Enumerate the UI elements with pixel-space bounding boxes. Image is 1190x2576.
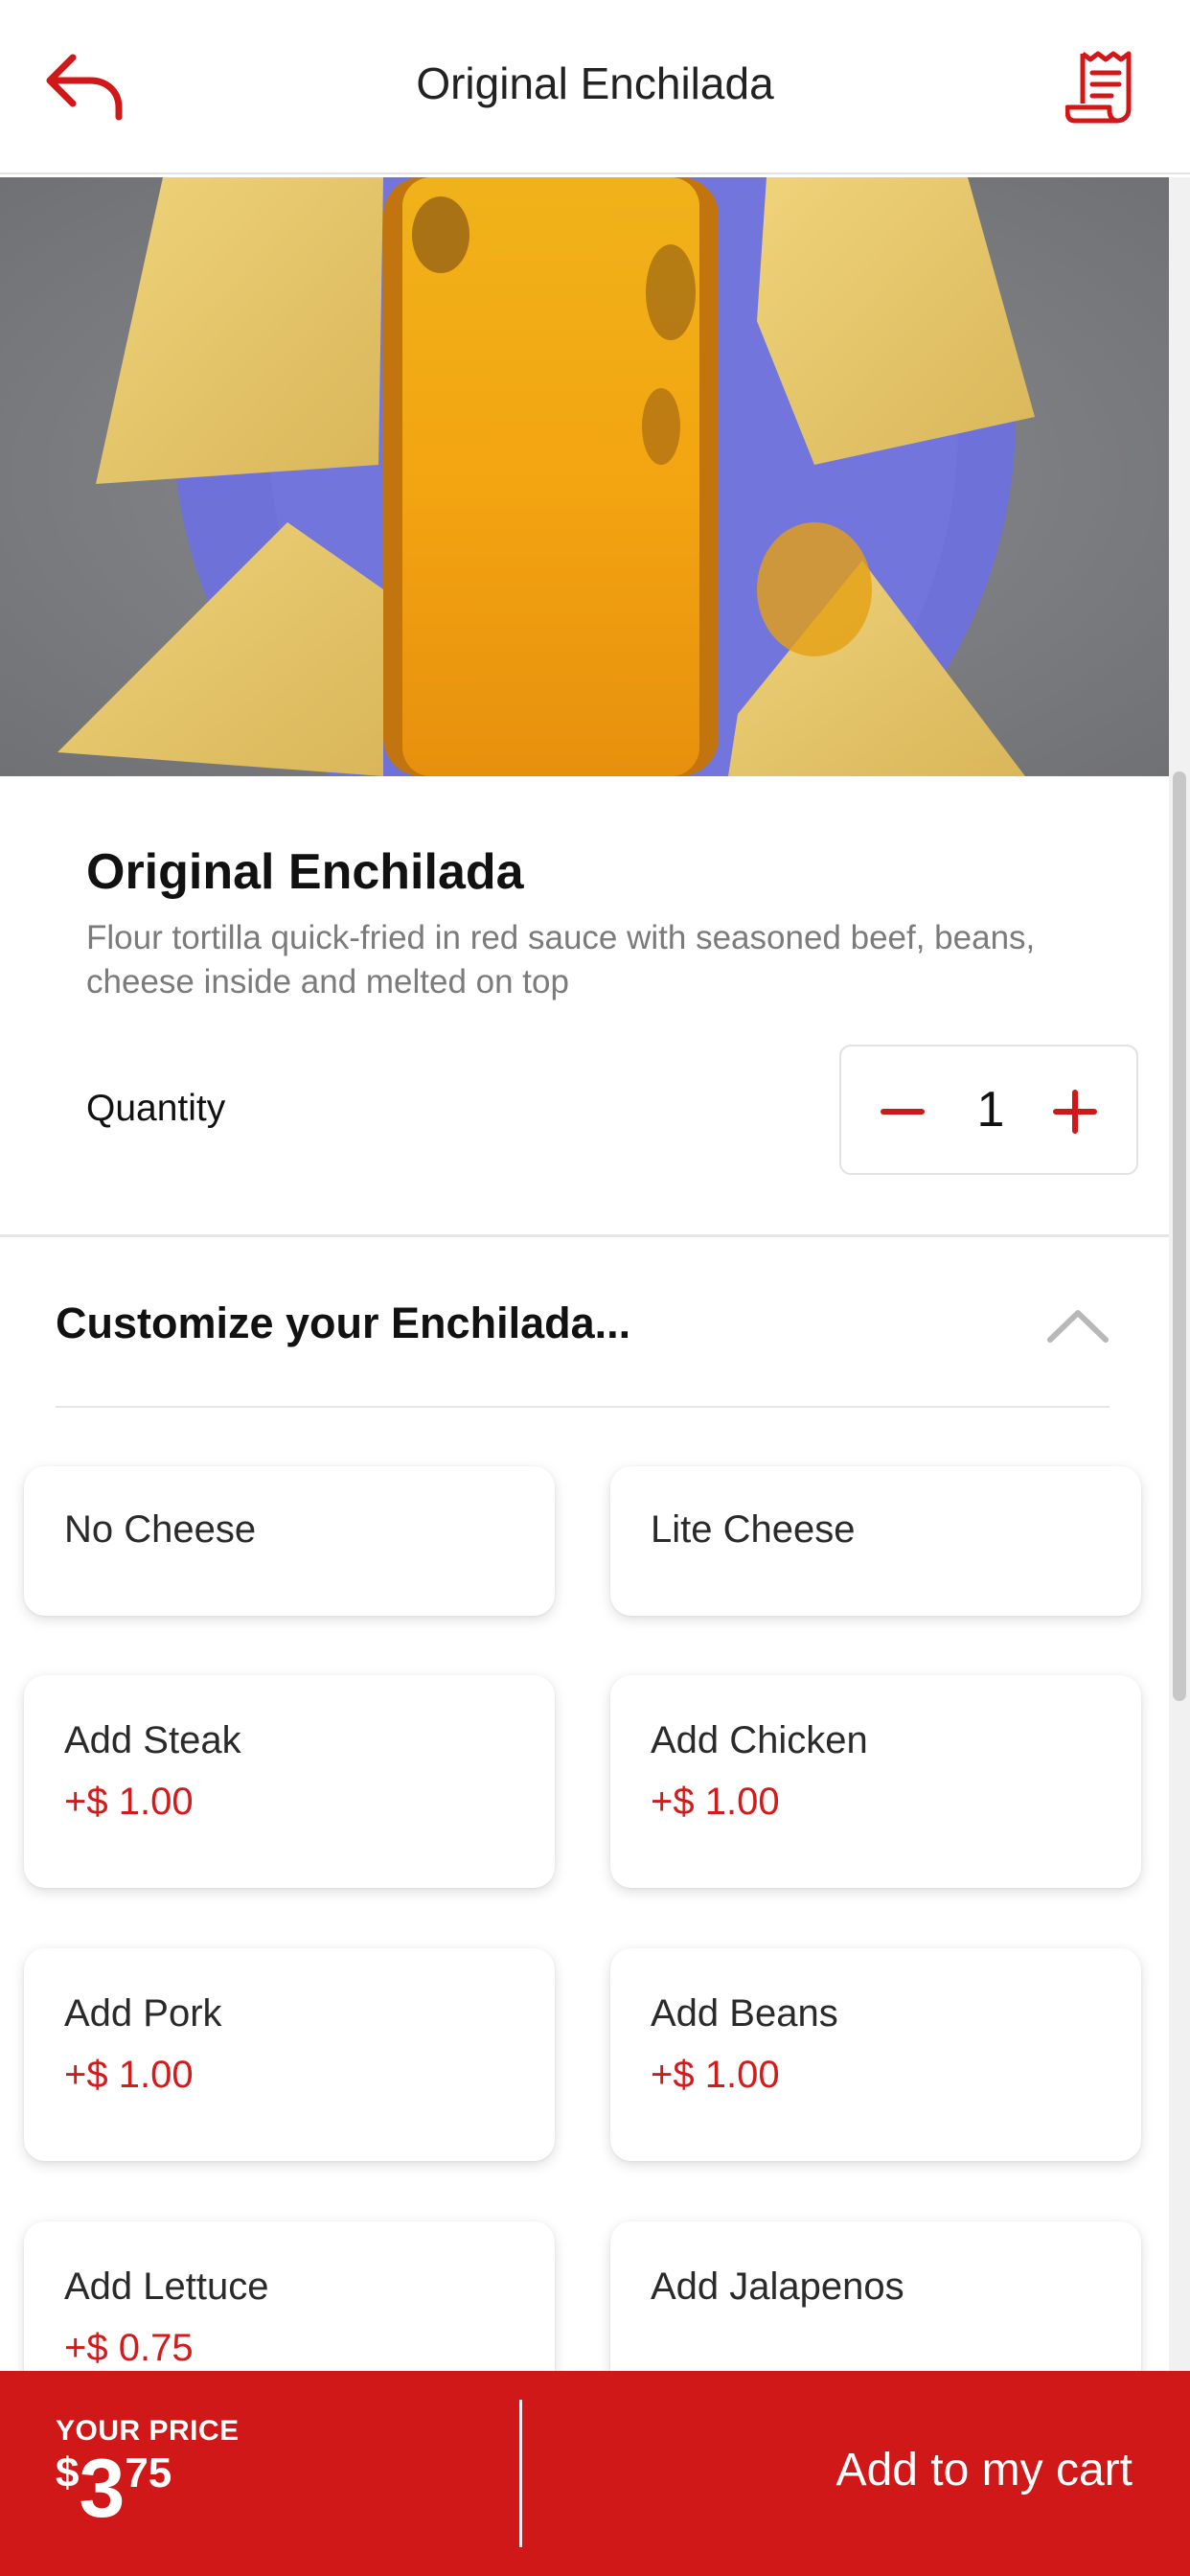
price-dollars: 3: [79, 2443, 126, 2535]
scrollbar[interactable]: [1169, 177, 1190, 2576]
quantity-stepper: 1: [839, 1045, 1138, 1175]
page-title: Original Enchilada: [416, 58, 774, 108]
option-add-beans[interactable]: Add Beans +$ 1.00: [610, 1948, 1141, 2161]
customize-divider: [56, 1406, 1110, 1408]
add-to-cart-button[interactable]: Add to my cart: [836, 2444, 1133, 2496]
option-price: +$ 1.00: [651, 2054, 780, 2096]
option-name: No Cheese: [64, 1508, 257, 1551]
checkout-bar: YOUR PRICE $375 Add to my cart: [0, 2371, 1190, 2576]
option-name: Add Pork: [64, 1992, 222, 2035]
option-price: +$ 0.75: [64, 2327, 194, 2369]
option-add-chicken[interactable]: Add Chicken +$ 1.00: [610, 1675, 1141, 1888]
option-add-steak[interactable]: Add Steak +$ 1.00: [24, 1675, 555, 1888]
top-bar: Original Enchilada: [0, 0, 1190, 174]
customize-heading: Customize your Enchilada...: [56, 1299, 631, 1347]
minus-icon[interactable]: [864, 1073, 941, 1150]
item-photo: [0, 177, 1169, 776]
item-info: Original Enchilada Flour tortilla quick-…: [0, 776, 1169, 1236]
item-description: Flour tortilla quick-fried in red sauce …: [86, 919, 1036, 1000]
option-name: Lite Cheese: [651, 1508, 856, 1551]
bar-separator: [519, 2400, 522, 2547]
option-name: Add Chicken: [651, 1719, 868, 1761]
option-name: Add Steak: [64, 1719, 241, 1761]
option-price: +$ 1.00: [64, 1781, 194, 1823]
total-price: $375: [56, 2446, 172, 2532]
option-lite-cheese[interactable]: Lite Cheese: [610, 1466, 1141, 1616]
scrollbar-thumb[interactable]: [1173, 771, 1186, 1701]
option-no-cheese[interactable]: No Cheese: [24, 1466, 555, 1616]
option-name: Add Beans: [651, 1992, 838, 2035]
quantity-value: 1: [976, 1082, 1005, 1138]
chevron-up-icon[interactable]: [1044, 1303, 1111, 1346]
option-name: Add Lettuce: [64, 2266, 269, 2308]
option-price: +$ 1.00: [64, 2054, 194, 2096]
option-name: Add Jalapenos: [651, 2266, 904, 2308]
section-divider: [0, 1234, 1169, 1237]
quantity-label: Quantity: [86, 1088, 226, 1129]
receipt-icon[interactable]: [1065, 48, 1142, 126]
item-title: Original Enchilada: [86, 844, 524, 900]
currency-symbol: $: [56, 2450, 80, 2496]
plus-icon[interactable]: [1037, 1073, 1113, 1150]
option-price: +$ 1.00: [651, 1781, 780, 1823]
option-add-pork[interactable]: Add Pork +$ 1.00: [24, 1948, 555, 2161]
price-cents: 75: [125, 2450, 172, 2496]
